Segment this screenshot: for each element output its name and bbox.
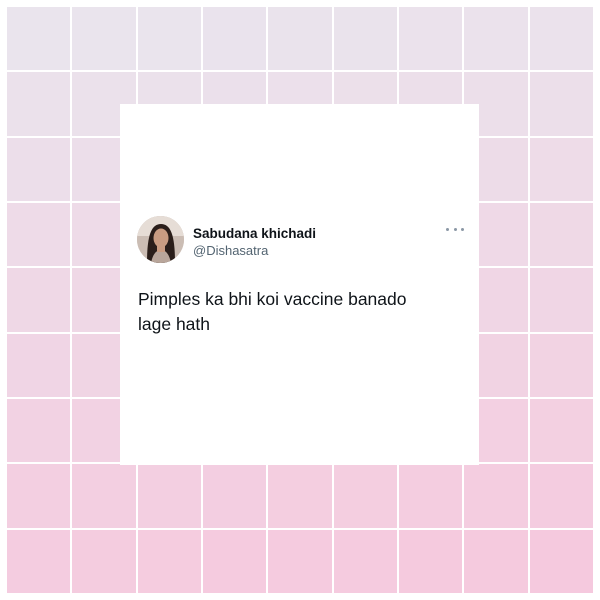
grid-tile (333, 7, 397, 71)
grid-tile (203, 7, 267, 71)
grid-tile (399, 464, 463, 528)
grid-tile (7, 137, 71, 201)
display-name[interactable]: Sabudana khichadi (193, 226, 316, 241)
grid-tile (137, 7, 201, 71)
grid-tile (7, 464, 71, 528)
grid-tile (529, 7, 593, 71)
more-horizontal-icon (461, 227, 464, 231)
grid-tile (464, 464, 528, 528)
grid-tile (529, 333, 593, 397)
grid-tile (7, 72, 71, 136)
tweet-text-line: lage hath (138, 314, 211, 334)
grid-tile (529, 72, 593, 136)
user-handle[interactable]: @Dishasatra (193, 243, 268, 258)
tweet-text: Pimples ka bhi koi vaccine banado lage h… (138, 287, 458, 337)
grid-tile (7, 203, 71, 267)
tweet-text-line: Pimples ka bhi koi vaccine banado (138, 289, 407, 309)
tweet-card[interactable]: Sabudana khichadi @Dishasatra Pimples ka… (120, 104, 479, 465)
more-horizontal-icon (453, 227, 457, 231)
grid-tile (137, 529, 201, 593)
grid-tile (529, 399, 593, 463)
grid-tile (268, 7, 332, 71)
grid-tile (268, 529, 332, 593)
grid-tile (529, 464, 593, 528)
grid-tile (464, 529, 528, 593)
more-horizontal-icon (446, 227, 449, 231)
grid-tile (72, 529, 136, 593)
grid-tile (464, 7, 528, 71)
grid-tile (529, 268, 593, 332)
grid-tile (7, 268, 71, 332)
profile-photo-icon (137, 216, 184, 263)
grid-tile (333, 529, 397, 593)
grid-tile (529, 529, 593, 593)
grid-tile (72, 7, 136, 71)
grid-tile (203, 464, 267, 528)
more-options-button[interactable] (446, 224, 464, 234)
grid-tile (333, 464, 397, 528)
grid-tile (72, 464, 136, 528)
grid-tile (7, 7, 71, 71)
avatar[interactable] (137, 216, 184, 263)
grid-tile (7, 333, 71, 397)
grid-tile (7, 399, 71, 463)
grid-tile (7, 529, 71, 593)
grid-tile (529, 203, 593, 267)
grid-tile (203, 529, 267, 593)
grid-tile (268, 464, 332, 528)
grid-tile (399, 7, 463, 71)
grid-tile (399, 529, 463, 593)
grid-tile (529, 137, 593, 201)
grid-tile (137, 464, 201, 528)
